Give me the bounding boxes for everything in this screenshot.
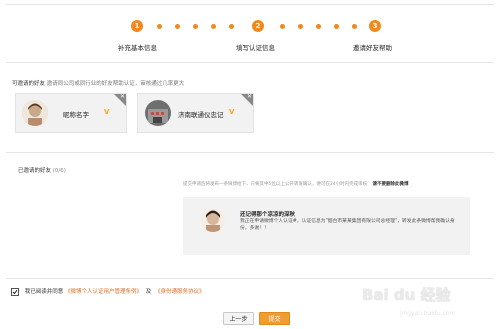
avatar [201,208,225,232]
agreement-link-1[interactable]: 《微博个人认证用户管理条例》 [65,289,142,295]
friend-name: 昵称名字 [63,111,89,119]
invitable-header: 可邀请的好友 邀请同公司或同行业的好友帮助认证，审核通过几率更大 [12,79,184,87]
step-2-circle: 2 [252,20,264,32]
agreement-checkbox[interactable] [11,287,19,296]
step-1-circle: 1 [131,20,143,32]
progress-dot [229,24,234,29]
top-divider [6,4,494,5]
verified-icon: V [229,108,235,116]
baidu-jingyan-watermark: Bai du 经验 jingyan.baidu.com [362,284,492,326]
invited-hint: 提交申请后将发布一条微博给下，只要其中5位以上公开转发确认，便可在24小时内完成… [183,181,409,187]
steps-divider [6,62,494,63]
invited-count: (0/6) [52,168,66,174]
step-2-label: 填写认证信息 [236,44,275,52]
invited-header: 已邀请的好友 (0/6) [18,166,66,174]
invitable-title: 可邀请的好友 [12,81,46,87]
remove-icon[interactable]: ✕ [247,93,252,100]
remove-icon[interactable]: ✕ [120,93,125,100]
agreement-link-2[interactable]: 《身份通服务协议》 [155,289,205,295]
hint-warning: 请不要删除此微博 [372,182,409,187]
agreement-and: 及 [145,289,152,295]
invitable-desc: 邀请同公司或同行业的好友帮助认证，审核通过几率更大 [46,81,185,87]
progress-dot [352,24,357,29]
avatar [145,100,171,126]
bottom-divider [6,278,494,279]
friend-name: 济南联通仪忠记 [178,111,224,119]
avatar-portrait-icon [22,100,48,126]
progress-dot [175,24,180,29]
verified-icon: V [104,108,110,116]
invited-title: 已邀请的好友 [18,168,52,174]
avatar-building-icon [145,100,171,126]
hint-text: 提交申请后将发布一条微博给下，只要其中5位以上公开转发确认，便可在24小时内完成… [183,182,368,187]
progress-dot [280,24,285,29]
friend-card-1[interactable]: ✕ 昵称名字 V [15,93,127,133]
avatar-portrait-icon [201,208,225,232]
weibo-text: 我正在申请微博个人认证#，认证信息为"烟台市某某集团有限公司总经理"，转发此条微… [240,219,455,231]
avatar [22,100,48,126]
agreement-row: 我已阅读并同意 《微博个人认证用户管理条例》 及 《身份通服务协议》 [11,287,205,296]
step-3-circle: 3 [369,20,381,32]
step-3-label: 邀请好友帮助 [353,44,392,52]
weibo-preview-card: 还记得那个凉凉的深秋 我正在申请微博个人认证#，认证信息为"烟台市某某集团有限公… [183,197,470,255]
progress-dot [334,24,339,29]
weibo-author: 还记得那个凉凉的深秋 [240,212,296,218]
progress-dot [157,24,162,29]
watermark-url: jingyan.baidu.com [400,310,456,317]
progress-dot [316,24,321,29]
watermark-logo: Bai du 经验 [362,286,451,304]
section-divider [6,152,494,153]
progress-dot [211,24,216,29]
prev-step-button[interactable]: 上一步 [223,312,254,325]
friend-card-2[interactable]: ✕ 济南联通仪忠记 V [137,93,254,133]
step-1-label: 补充基本信息 [118,44,157,52]
progress-dot [193,24,198,29]
agreement-prefix: 我已阅读并同意 [24,289,64,295]
submit-button[interactable]: 提交 [259,312,290,325]
check-icon [12,289,18,294]
progress-dot [298,24,303,29]
